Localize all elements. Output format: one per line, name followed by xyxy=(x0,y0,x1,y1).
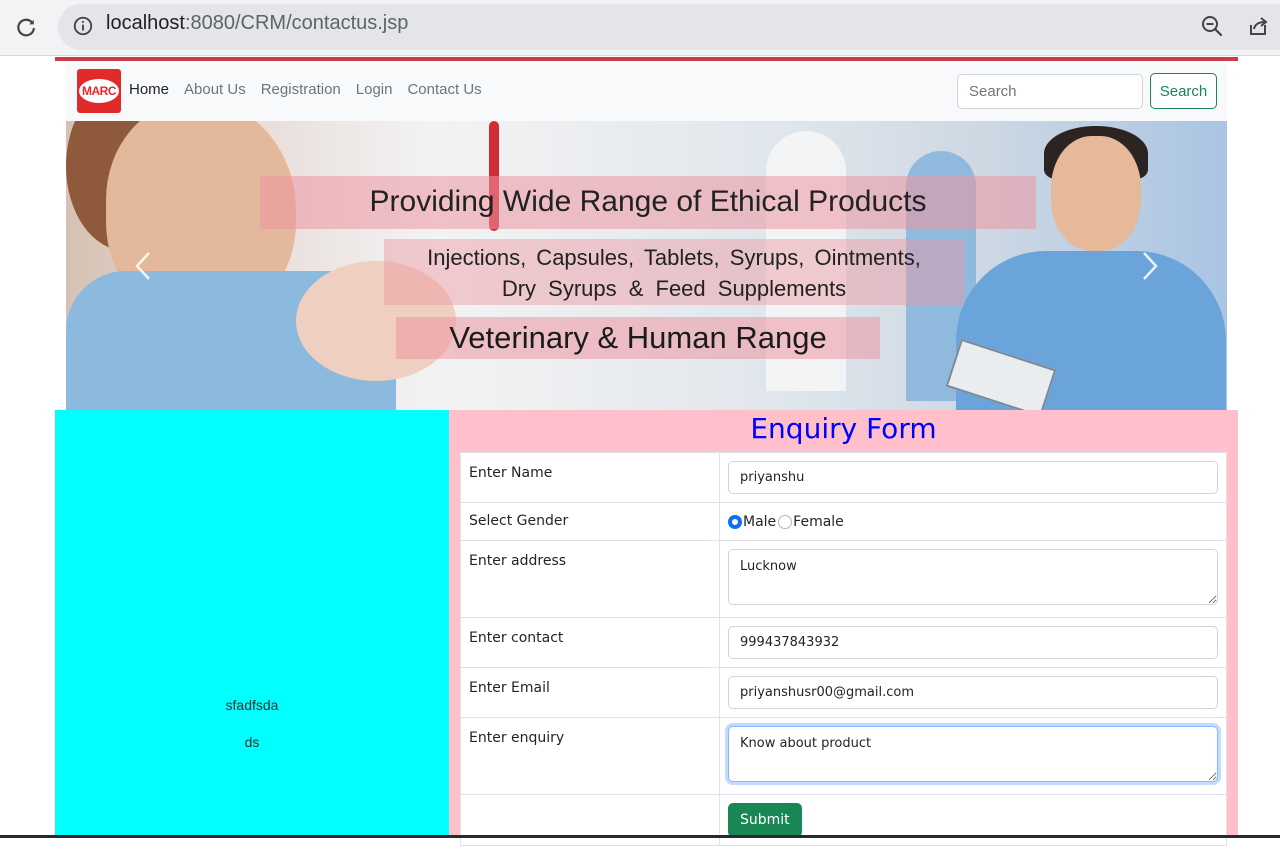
enquiry-form-table: Enter Name Select Gender Male Female xyxy=(460,452,1227,846)
form-row-gender: Select Gender Male Female xyxy=(460,502,1227,541)
enquiry-label: Enter enquiry xyxy=(460,717,720,795)
nav-link-registration[interactable]: Registration xyxy=(261,81,341,98)
enquiry-form-panel: Enquiry Form Enter Name Select Gender Ma… xyxy=(449,410,1238,846)
sidebar: sfadfsda ds xyxy=(55,410,449,838)
sidebar-text: ds xyxy=(244,734,260,750)
nav-links: Home About Us Registration Login Contact… xyxy=(129,81,497,98)
share-icon[interactable] xyxy=(1246,14,1272,40)
browser-toolbar: localhost:8080/CRM/contactus.jsp xyxy=(0,0,1280,56)
email-cell xyxy=(719,667,1227,718)
nav-link-about-us[interactable]: About Us xyxy=(184,81,246,98)
gender-cell: Male Female xyxy=(719,502,1227,541)
search-input[interactable] xyxy=(957,74,1143,109)
url-path: :8080/CRM/contactus.jsp xyxy=(184,12,409,34)
radio-female-label[interactable]: Female xyxy=(793,514,844,530)
logo-text: MARC xyxy=(79,79,119,103)
page-container: MARC Home About Us Registration Login Co… xyxy=(55,57,1238,846)
navbar: MARC Home About Us Registration Login Co… xyxy=(65,63,1227,121)
form-row-address: Enter address Lucknow xyxy=(460,540,1227,618)
radio-male-label[interactable]: Male xyxy=(743,514,776,530)
reload-icon[interactable] xyxy=(10,12,42,44)
enquiry-cell: Know about product xyxy=(719,717,1227,795)
email-input[interactable] xyxy=(728,676,1218,709)
gender-radio-group: Male Female xyxy=(728,512,1218,532)
radio-male[interactable] xyxy=(728,515,742,529)
banner-photo-nurse xyxy=(1051,136,1141,251)
url-host: localhost xyxy=(106,12,185,34)
top-stripe xyxy=(55,57,1238,61)
radio-female[interactable] xyxy=(778,515,793,529)
address-label: Enter address xyxy=(460,540,720,618)
url-text[interactable]: localhost:8080/CRM/contactus.jsp xyxy=(106,12,408,35)
marc-logo[interactable]: MARC xyxy=(77,69,121,113)
gender-label: Select Gender xyxy=(460,502,720,541)
contact-label: Enter contact xyxy=(460,617,720,668)
carousel-prev-icon[interactable] xyxy=(131,249,157,283)
form-row-email: Enter Email xyxy=(460,667,1227,718)
banner-carousel: Providing Wide Range of Ethical Products… xyxy=(66,121,1227,410)
name-label: Enter Name xyxy=(460,452,720,503)
email-label: Enter Email xyxy=(460,667,720,718)
info-icon[interactable] xyxy=(72,15,96,39)
form-row-contact: Enter contact xyxy=(460,617,1227,668)
form-row-name: Enter Name xyxy=(460,452,1227,503)
form-title: Enquiry Form xyxy=(750,412,937,445)
contact-input[interactable] xyxy=(728,626,1218,659)
banner-range-line: Veterinary & Human Range xyxy=(449,320,827,355)
name-input[interactable] xyxy=(728,461,1218,494)
submit-button[interactable]: Submit xyxy=(728,803,802,837)
search-button[interactable]: Search xyxy=(1150,73,1217,109)
carousel-next-icon[interactable] xyxy=(1136,249,1162,283)
nav-link-login[interactable]: Login xyxy=(356,81,393,98)
banner-products-line: Dry Syrups & Feed Supplements xyxy=(501,276,847,301)
enquiry-textarea[interactable]: Know about product xyxy=(728,726,1218,782)
banner-title: Providing Wide Range of Ethical Products xyxy=(369,185,927,218)
address-cell: Lucknow xyxy=(719,540,1227,618)
nav-link-contact-us[interactable]: Contact Us xyxy=(407,81,481,98)
sidebar-text: sfadfsda xyxy=(225,697,279,713)
zoom-out-icon[interactable] xyxy=(1200,14,1226,40)
nav-link-home[interactable]: Home xyxy=(129,81,169,98)
address-textarea[interactable]: Lucknow xyxy=(728,549,1218,605)
form-row-enquiry: Enter enquiry Know about product xyxy=(460,717,1227,795)
contact-cell xyxy=(719,617,1227,668)
name-cell xyxy=(719,452,1227,503)
banner-products-line: Injections, Capsules, Tablets, Syrups, O… xyxy=(427,245,921,270)
